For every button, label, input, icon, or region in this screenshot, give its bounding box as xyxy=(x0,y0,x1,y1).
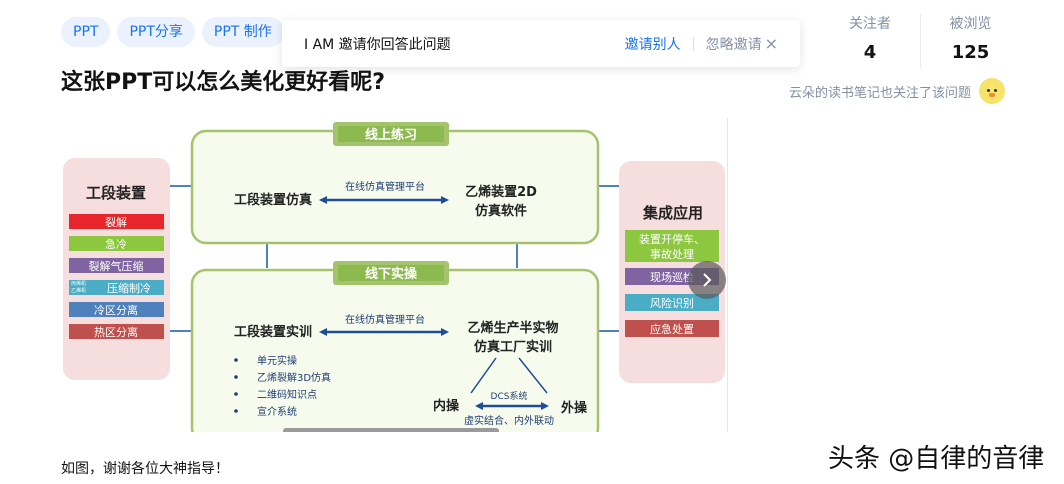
bullet-item: 二维码知识点 xyxy=(257,388,317,401)
follow-note[interactable]: 云朵的读书笔记也关注了该问题 xyxy=(789,78,1006,104)
online-left: 工段装置仿真 xyxy=(234,192,312,208)
topic-tags: PPT PPT分享 PPT 制作 xyxy=(61,17,284,47)
ppt-slide-diagram: 工段装置 裂解 急冷 裂解气压缩 丙烯机 乙烯机 压缩制冷 冷区分离 热区分离 … xyxy=(63,122,725,432)
views-stat: 被浏览 125 xyxy=(920,14,1020,68)
right-item: 应急处置 xyxy=(650,322,694,336)
next-image-button[interactable] xyxy=(688,261,726,299)
watermark: 头条 @自律的音律 xyxy=(828,444,1045,474)
followers-count: 4 xyxy=(863,42,877,63)
bullet-item: 宣介系统 xyxy=(257,405,297,418)
question-title: 这张PPT可以怎么美化更好看呢? xyxy=(61,70,386,95)
follow-note-text: 云朵的读书笔记也关注了该问题 xyxy=(789,85,972,101)
invite-text: I AM 邀请你回答此问题 xyxy=(304,36,451,53)
views-label: 被浏览 xyxy=(949,16,992,32)
left-panel-title: 工段装置 xyxy=(86,184,146,202)
online-tab: 线上练习 xyxy=(365,127,417,143)
question-image[interactable]: 工段装置 裂解 急冷 裂解气压缩 丙烯机 乙烯机 压缩制冷 冷区分离 热区分离 … xyxy=(61,118,727,432)
chevron-right-icon xyxy=(703,273,712,287)
offline-platform: 在线仿真管理平台 xyxy=(345,313,425,326)
dcs-label: DCS系统 xyxy=(491,390,528,402)
left-item: 压缩制冷 xyxy=(107,282,151,295)
followers-stat[interactable]: 关注者 4 xyxy=(820,14,920,68)
right-item: 风险识别 xyxy=(650,296,694,310)
svg-text:乙烯机: 乙烯机 xyxy=(71,287,86,294)
offline-right-1: 乙烯生产半实物 xyxy=(467,320,558,336)
left-item: 裂解 xyxy=(105,215,127,229)
bullet-item: 乙烯裂解3D仿真 xyxy=(257,371,331,384)
right-item: 事故处理 xyxy=(650,247,694,261)
offline-right-2: 仿真工厂实训 xyxy=(474,339,552,355)
online-right-2: 仿真软件 xyxy=(475,203,527,219)
inner-ops: 内操 xyxy=(433,398,459,414)
close-icon[interactable]: × xyxy=(765,35,778,51)
left-item: 裂解气压缩 xyxy=(89,259,144,273)
topic-tag-ppt-make[interactable]: PPT 制作 xyxy=(201,17,284,47)
chick-avatar-icon[interactable] xyxy=(979,78,1006,104)
question-stats: 关注者 4 被浏览 125 xyxy=(820,14,1020,68)
outer-ops: 外操 xyxy=(560,400,587,416)
left-item: 热区分离 xyxy=(94,325,138,339)
offline-left: 工段装置实训 xyxy=(234,324,312,340)
topic-tag-ppt[interactable]: PPT xyxy=(61,17,111,47)
online-platform: 在线仿真管理平台 xyxy=(345,180,425,193)
left-item: 急冷 xyxy=(105,237,127,251)
topic-tag-ppt-share[interactable]: PPT分享 xyxy=(117,17,195,47)
bullet-item: 单元实操 xyxy=(257,354,297,367)
ignore-invite-button[interactable]: 忽略邀请 × xyxy=(706,34,778,54)
divider xyxy=(692,36,694,51)
left-item-small: 丙烯机 xyxy=(71,280,86,287)
views-count: 125 xyxy=(951,42,990,63)
virtual-real: 虚实结合、内外联动 xyxy=(464,414,554,427)
ignore-invite-label: 忽略邀请 xyxy=(705,36,762,53)
left-item: 冷区分离 xyxy=(94,303,138,317)
divider xyxy=(727,118,728,432)
offline-tab: 线下实操 xyxy=(365,266,417,282)
followers-label: 关注者 xyxy=(849,16,891,32)
right-panel-title: 集成应用 xyxy=(642,204,703,222)
question-caption: 如图，谢谢各位大神指导！ xyxy=(61,461,229,477)
invite-others-link[interactable]: 邀请别人 xyxy=(625,34,681,54)
right-item: 装置开停车、 xyxy=(639,232,705,246)
invite-popover: I AM 邀请你回答此问题 邀请别人 忽略邀请 × xyxy=(282,20,800,67)
online-right-1: 乙烯装置2D xyxy=(465,184,537,200)
